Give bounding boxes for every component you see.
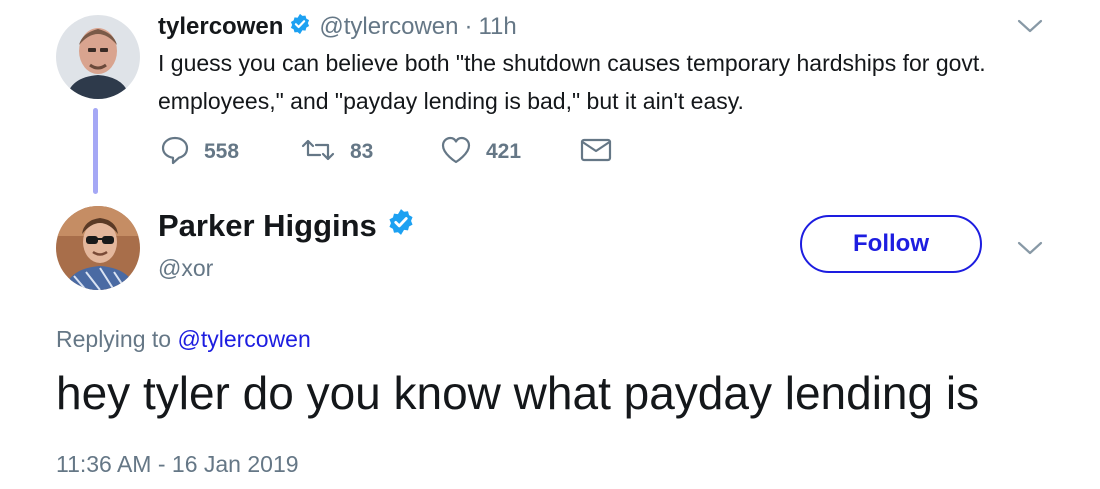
parent-avatar[interactable] bbox=[56, 15, 140, 99]
reply-count: 558 bbox=[204, 140, 240, 163]
parent-more-chevron-down-icon[interactable] bbox=[1017, 18, 1043, 39]
replying-to-prefix: Replying to bbox=[56, 326, 172, 352]
verified-badge-icon bbox=[387, 208, 415, 244]
message-action[interactable] bbox=[580, 137, 612, 168]
retweet-action[interactable]: 83 bbox=[300, 135, 440, 170]
reply-icon bbox=[160, 135, 190, 170]
reply-timestamp[interactable]: 11:36 AM - 16 Jan 2019 bbox=[56, 451, 299, 478]
reply-more-chevron-down-icon[interactable] bbox=[1017, 240, 1043, 261]
retweet-count: 83 bbox=[350, 140, 374, 163]
parent-author-name[interactable]: tylercowen bbox=[158, 13, 283, 41]
parent-timestamp[interactable]: 11h bbox=[478, 13, 516, 41]
parent-tweet-text: I guess you can believe both "the shutdo… bbox=[158, 50, 986, 114]
like-count: 421 bbox=[486, 140, 522, 163]
replying-to-line: Replying to @tylercowen bbox=[56, 326, 311, 353]
like-action[interactable]: 421 bbox=[440, 135, 580, 170]
reply-author-name[interactable]: Parker Higgins bbox=[158, 208, 377, 244]
heart-icon bbox=[440, 135, 472, 170]
reply-tweet-text: hey tyler do you know what payday lendin… bbox=[56, 367, 980, 419]
parent-header: tylercowen @tylercowen · 11h bbox=[158, 12, 517, 42]
reply-author-name-row: Parker Higgins bbox=[158, 208, 415, 244]
thread-connector bbox=[93, 108, 98, 194]
follow-button[interactable]: Follow bbox=[800, 215, 982, 273]
envelope-icon bbox=[580, 137, 612, 168]
reply-action[interactable]: 558 bbox=[160, 135, 300, 170]
reply-avatar[interactable] bbox=[56, 206, 140, 290]
replying-to-handle-link[interactable]: @tylercowen bbox=[177, 326, 310, 352]
reply-author-handle[interactable]: @xor bbox=[158, 255, 213, 282]
parent-author-handle[interactable]: @tylercowen bbox=[319, 13, 458, 41]
parent-actions: 558 83 421 bbox=[160, 134, 612, 170]
header-separator: · bbox=[464, 13, 473, 40]
verified-badge-icon bbox=[289, 13, 311, 42]
retweet-icon bbox=[300, 135, 336, 170]
